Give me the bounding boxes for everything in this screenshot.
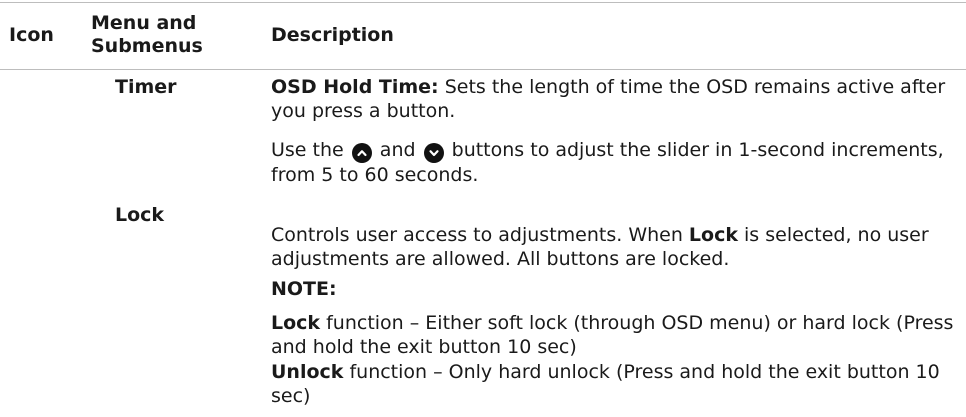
timer-use-and: and bbox=[373, 139, 422, 161]
header-divider bbox=[0, 69, 966, 70]
note-label: NOTE: bbox=[271, 278, 337, 300]
lock-function-bold: Lock bbox=[271, 312, 321, 334]
lock-line1-a: Controls user access to adjustments. Whe… bbox=[271, 224, 689, 246]
menu-item-timer: Timer bbox=[115, 76, 177, 98]
column-header-menu: Menu and Submenus bbox=[91, 12, 203, 58]
lock-function-text: function – Either soft lock (through OSD… bbox=[271, 312, 954, 358]
menu-item-lock: Lock bbox=[115, 204, 165, 226]
timer-usage-description: Use the and buttons to adjust the slider… bbox=[271, 138, 961, 187]
column-header-menu-line1: Menu and bbox=[91, 12, 197, 34]
lock-description: Controls user access to adjustments. Whe… bbox=[271, 223, 961, 271]
column-header-icon: Icon bbox=[9, 24, 54, 46]
lock-function-description: Lock function – Either soft lock (throug… bbox=[271, 311, 961, 359]
unlock-function-text: function – Only hard unlock (Press and h… bbox=[271, 361, 940, 407]
column-header-menu-line2: Submenus bbox=[91, 35, 203, 57]
timer-hold-description: OSD Hold Time: Sets the length of time t… bbox=[271, 75, 961, 123]
unlock-function-bold: Unlock bbox=[271, 361, 344, 383]
table-top-rule bbox=[0, 2, 966, 3]
unlock-function-description: Unlock function – Only hard unlock (Pres… bbox=[271, 360, 961, 408]
column-header-description: Description bbox=[271, 24, 394, 46]
timer-use-suffix: buttons to adjust the slider in 1-second… bbox=[271, 139, 944, 186]
chevron-up-icon bbox=[351, 143, 372, 163]
timer-hold-title: OSD Hold Time: bbox=[271, 76, 439, 98]
chevron-down-icon bbox=[423, 143, 444, 163]
lock-line1-bold: Lock bbox=[688, 224, 738, 246]
timer-use-prefix: Use the bbox=[271, 139, 350, 161]
